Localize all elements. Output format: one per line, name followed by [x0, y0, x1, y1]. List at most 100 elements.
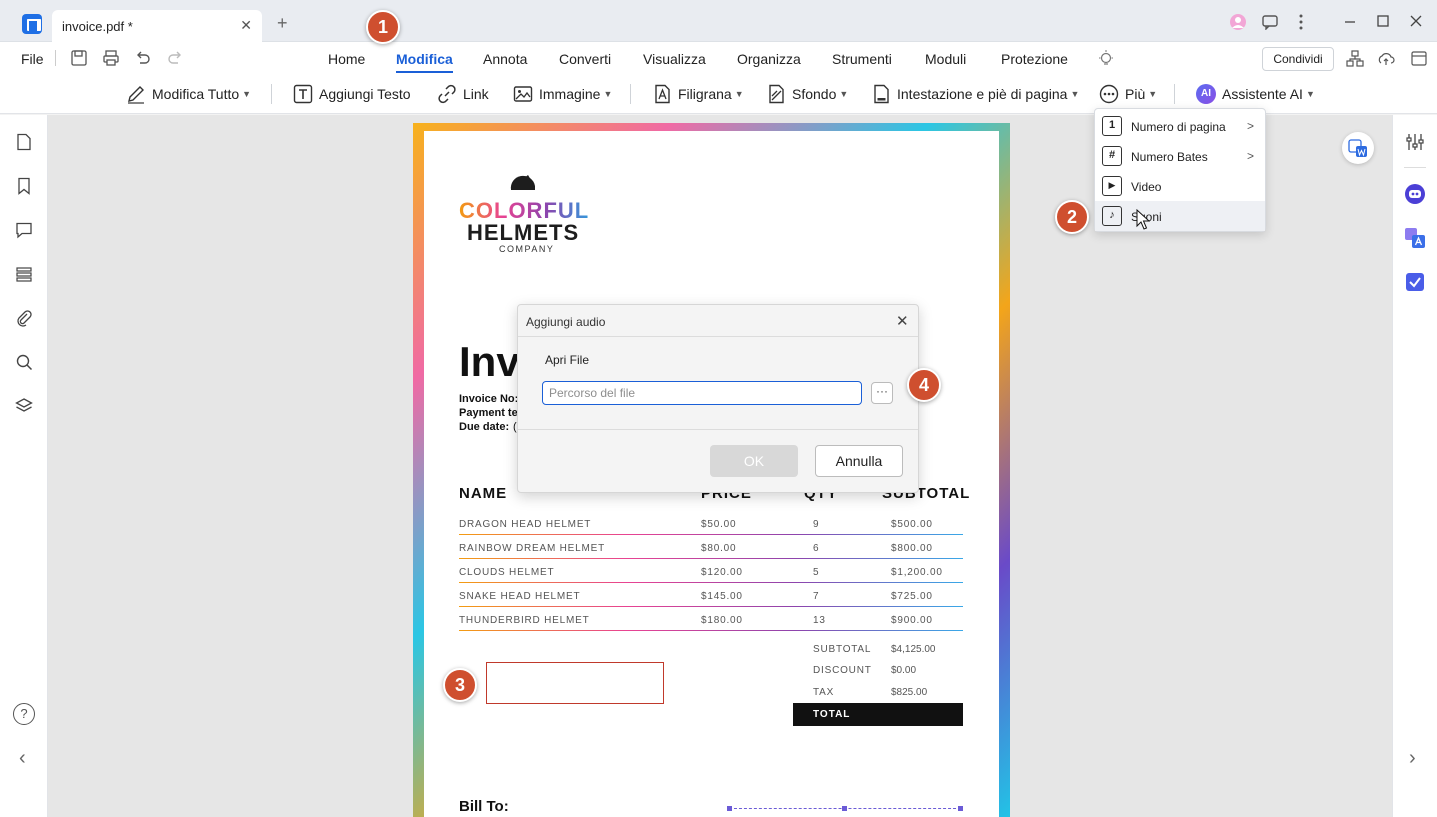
- avatar-icon[interactable]: [1229, 13, 1247, 31]
- expand-right-icon[interactable]: ›: [1409, 747, 1416, 770]
- tab-close-icon[interactable]: ✕: [240, 17, 252, 34]
- redo-icon[interactable]: [166, 49, 184, 67]
- ai-assistant-button[interactable]: AI Assistente AI ▼: [1196, 84, 1315, 104]
- tab-organizza[interactable]: Organizza: [737, 51, 801, 67]
- chevron-down-icon: ▼: [242, 89, 252, 99]
- subtotal-label: SUBTOTAL: [813, 644, 872, 655]
- ai-robot-icon[interactable]: [1404, 183, 1426, 205]
- translate-icon[interactable]: [1404, 227, 1426, 249]
- bookmark-icon[interactable]: [15, 177, 33, 195]
- invoice-no-label: Invoice No:: [459, 393, 519, 405]
- tax-value: $825.00: [891, 687, 928, 698]
- more-options-icon[interactable]: [1296, 13, 1306, 31]
- panel-toggle-icon[interactable]: [1410, 50, 1428, 68]
- print-icon[interactable]: [102, 49, 120, 67]
- menu-item-sounds[interactable]: ♪ Suoni: [1095, 201, 1265, 231]
- menu-item-page-number[interactable]: 1 Numero di pagina >: [1095, 111, 1265, 141]
- row-divider: [459, 630, 963, 631]
- task-checklist-icon[interactable]: [1404, 271, 1426, 293]
- link-icon: [438, 84, 456, 104]
- tab-modifica[interactable]: Modifica: [396, 51, 453, 67]
- selection-handle[interactable]: [958, 806, 963, 811]
- cancel-button[interactable]: Annulla: [815, 445, 903, 477]
- row-divider: [459, 582, 963, 583]
- tab-home[interactable]: Home: [328, 51, 365, 67]
- more-dots-icon: [1099, 84, 1119, 104]
- ok-button[interactable]: OK: [710, 445, 798, 477]
- sound-icon: ♪: [1102, 206, 1122, 226]
- menu-item-bates-number[interactable]: # Numero Bates >: [1095, 141, 1265, 171]
- menu-bar: File Home Modifica Annota Converti Visua…: [0, 42, 1437, 74]
- new-tab-button[interactable]: +: [277, 13, 288, 34]
- tab-strumenti[interactable]: Strumenti: [832, 51, 892, 67]
- network-icon[interactable]: [1346, 50, 1364, 68]
- add-text-button[interactable]: Aggiungi Testo: [293, 84, 411, 104]
- background-button[interactable]: Sfondo ▼: [766, 84, 848, 104]
- properties-sliders-icon[interactable]: [1405, 133, 1425, 151]
- menu-item-video[interactable]: ▶ Video: [1095, 171, 1265, 201]
- close-window-icon[interactable]: [1409, 14, 1423, 28]
- tab-annota[interactable]: Annota: [483, 51, 527, 67]
- link-button[interactable]: Link: [437, 84, 489, 104]
- attachment-icon[interactable]: [15, 309, 33, 327]
- background-icon: [769, 84, 784, 104]
- header-footer-label: Intestazione e piè di pagina: [897, 86, 1068, 102]
- app-logo-icon: [22, 14, 42, 34]
- fields-icon[interactable]: [15, 265, 33, 283]
- selection-handle[interactable]: [727, 806, 732, 811]
- save-icon[interactable]: [70, 49, 88, 67]
- menu-item-label: Numero di pagina: [1131, 120, 1226, 134]
- page-thumbnails-icon[interactable]: [15, 133, 33, 151]
- total-label: TOTAL: [813, 709, 851, 720]
- tab-converti[interactable]: Converti: [559, 51, 611, 67]
- bates-number-icon: #: [1102, 146, 1122, 166]
- feedback-icon[interactable]: [1262, 14, 1278, 30]
- image-button[interactable]: Immagine ▼: [513, 84, 612, 104]
- comment-icon[interactable]: [15, 221, 33, 239]
- file-path-input[interactable]: [542, 381, 862, 405]
- collapse-left-icon[interactable]: ‹: [19, 747, 26, 770]
- audio-placement-box[interactable]: [486, 662, 664, 704]
- selection-handle[interactable]: [842, 806, 847, 811]
- row-divider: [459, 558, 963, 559]
- cloud-upload-icon[interactable]: [1377, 50, 1395, 68]
- header-footer-button[interactable]: Intestazione e piè di pagina ▼: [871, 84, 1079, 104]
- document-tab[interactable]: invoice.pdf * ✕: [52, 10, 262, 42]
- search-icon[interactable]: [15, 353, 33, 371]
- row-price: $145.00: [701, 591, 743, 602]
- convert-to-word-button[interactable]: [1342, 132, 1374, 164]
- file-menu[interactable]: File: [21, 51, 44, 67]
- minimize-icon[interactable]: [1343, 14, 1357, 28]
- row-subtotal: $800.00: [891, 543, 933, 554]
- help-icon[interactable]: ?: [13, 703, 35, 725]
- lightbulb-icon[interactable]: [1098, 50, 1114, 68]
- dialog-close-icon[interactable]: ✕: [896, 312, 909, 330]
- open-file-label: Apri File: [545, 353, 590, 367]
- tab-moduli[interactable]: Moduli: [925, 51, 966, 67]
- undo-icon[interactable]: [134, 49, 152, 67]
- watermark-label: Filigrana: [678, 86, 732, 102]
- maximize-icon[interactable]: [1376, 14, 1390, 28]
- row-subtotal: $725.00: [891, 591, 933, 602]
- row-qty: 7: [813, 591, 820, 602]
- add-text-label: Aggiungi Testo: [319, 86, 411, 102]
- tab-title: invoice.pdf *: [62, 19, 133, 34]
- browse-file-button[interactable]: ···: [871, 382, 893, 404]
- divider: [55, 50, 56, 66]
- chevron-down-icon: ▼: [1305, 89, 1315, 99]
- word-convert-icon: [1348, 139, 1367, 157]
- title-bar: invoice.pdf * ✕ +: [0, 0, 1437, 42]
- more-button[interactable]: Più ▼: [1099, 84, 1157, 104]
- bill-to-label: Bill To:: [459, 798, 509, 815]
- share-button[interactable]: Condividi: [1262, 47, 1334, 71]
- tab-visualizza[interactable]: Visualizza: [643, 51, 706, 67]
- watermark-button[interactable]: Filigrana ▼: [652, 84, 744, 104]
- edit-all-button[interactable]: Modifica Tutto ▼: [126, 84, 251, 104]
- chevron-down-icon: ▼: [603, 89, 613, 99]
- chevron-right-icon: >: [1247, 119, 1255, 133]
- divider: [630, 84, 631, 104]
- tab-protezione[interactable]: Protezione: [1001, 51, 1068, 67]
- mouse-cursor-icon: [1136, 209, 1150, 230]
- divider: [518, 336, 918, 337]
- layers-icon[interactable]: [15, 397, 33, 415]
